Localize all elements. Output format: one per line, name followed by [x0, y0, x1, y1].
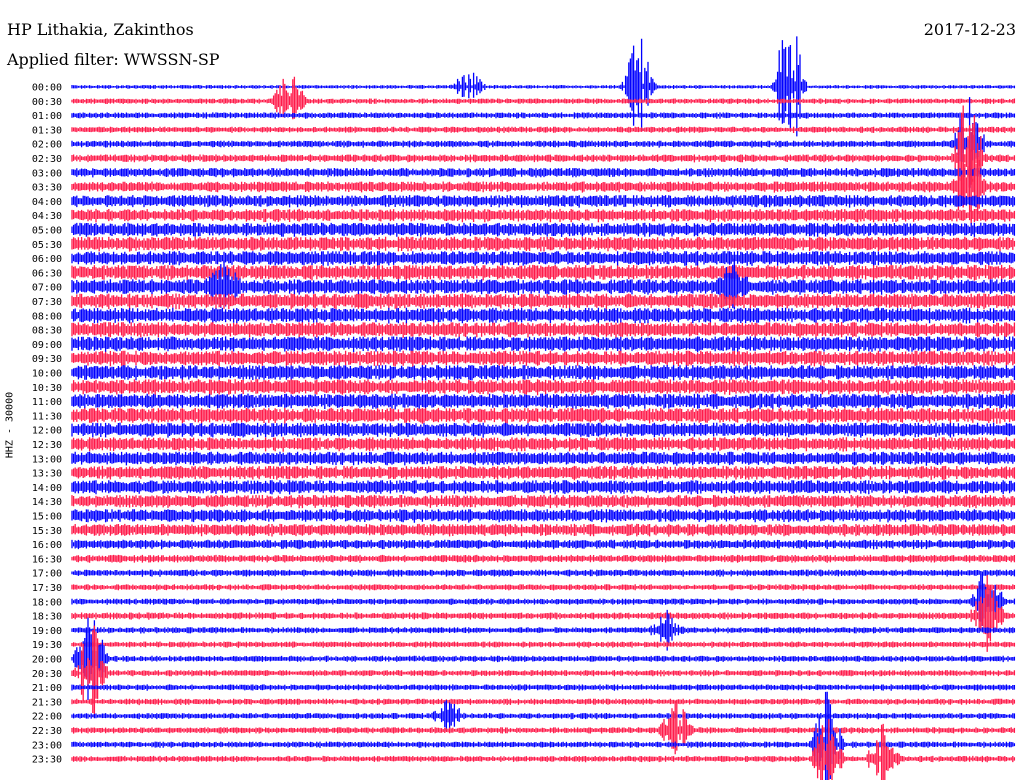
- row-time-label: 11:00: [32, 397, 62, 408]
- row-time-label: 20:30: [32, 669, 62, 680]
- row-time-label: 05:00: [32, 226, 62, 237]
- row-time-label: 13:00: [32, 454, 62, 465]
- row-time-label: 02:00: [32, 140, 62, 151]
- row-time-label: 09:30: [32, 354, 62, 365]
- trace-row-1330: [71, 465, 1016, 481]
- row-time-label: 03:00: [32, 168, 62, 179]
- trace-row-1600: [71, 539, 1016, 550]
- trace-row-1500: [71, 509, 1016, 523]
- trace-row-1930: [71, 641, 1016, 648]
- trace-row-1800: [71, 574, 1016, 626]
- row-time-label: 06:00: [32, 254, 62, 265]
- trace-row-1530: [71, 523, 1016, 537]
- row-time-label: 03:30: [32, 183, 62, 194]
- trace-row-2130: [71, 698, 1016, 706]
- row-time-label: 22:30: [32, 726, 62, 737]
- trace-row-2200: [71, 700, 1016, 731]
- row-time-label: 17:00: [32, 569, 62, 580]
- row-time-label: 23:00: [32, 740, 62, 751]
- row-time-label: 10:30: [32, 383, 62, 394]
- row-time-label: 21:00: [32, 683, 62, 694]
- trace-row-1230: [71, 437, 1016, 452]
- row-time-label: 02:30: [32, 154, 62, 165]
- row-time-label: 08:30: [32, 326, 62, 337]
- row-time-label: 17:30: [32, 583, 62, 594]
- station-title: HP Lithakia, Zakinthos: [7, 20, 194, 39]
- row-time-label: 14:00: [32, 483, 62, 494]
- row-time-label: 06:30: [32, 268, 62, 279]
- row-time-label: 13:30: [32, 469, 62, 480]
- date-label: 2017-12-23: [923, 20, 1016, 39]
- row-time-label: 15:30: [32, 526, 62, 537]
- row-time-label: 07:30: [32, 297, 62, 308]
- trace-row-0130: [71, 126, 1016, 133]
- seismogram-traces: [71, 36, 1016, 780]
- trace-row-1730: [71, 584, 1016, 591]
- row-time-label: 04:00: [32, 197, 62, 208]
- row-time-label: 23:30: [32, 755, 62, 766]
- row-time-label: 01:30: [32, 125, 62, 136]
- row-time-label: 16:30: [32, 554, 62, 565]
- trace-row-2100: [71, 684, 1016, 691]
- row-time-label: 11:30: [32, 411, 62, 422]
- trace-row-0400: [71, 195, 1016, 208]
- row-time-label: 20:00: [32, 655, 62, 666]
- trace-row-0430: [71, 208, 1016, 223]
- trace-row-2300: [71, 691, 1016, 780]
- row-time-label: 10:00: [32, 369, 62, 380]
- trace-row-1300: [71, 451, 1016, 466]
- row-time-label: 12:30: [32, 440, 62, 451]
- trace-row-1200: [71, 422, 1016, 438]
- filter-label: Applied filter: WWSSN-SP: [7, 50, 220, 69]
- row-time-label: 19:30: [32, 640, 62, 651]
- row-time-label: 22:00: [32, 712, 62, 723]
- trace-row-1000: [71, 365, 1016, 381]
- row-time-label: 21:30: [32, 697, 62, 708]
- trace-row-0500: [71, 222, 1016, 237]
- row-time-label: 18:00: [32, 597, 62, 608]
- trace-row-0100: [71, 112, 1016, 119]
- trace-row-1100: [71, 393, 1016, 410]
- trace-row-1630: [71, 554, 1016, 563]
- row-time-label: 04:30: [32, 211, 62, 222]
- row-time-label: 16:00: [32, 540, 62, 551]
- trace-row-0230: [71, 105, 1016, 207]
- trace-row-0930: [71, 350, 1016, 367]
- row-time-label: 12:00: [32, 426, 62, 437]
- row-time-label: 07:00: [32, 283, 62, 294]
- trace-row-0900: [71, 336, 1016, 353]
- trace-row-0800: [71, 307, 1016, 324]
- row-time-label: 01:00: [32, 111, 62, 122]
- helicorder-plot: 00:00 00:30 01:00 01:30 02:00 02:30 03:00 03:30…: [32, 36, 1016, 780]
- trace-row-1130: [71, 407, 1016, 424]
- channel-axis-label-text: HHZ - 30000: [4, 391, 16, 459]
- row-time-label: 05:30: [32, 240, 62, 251]
- row-time-label: 14:30: [32, 497, 62, 508]
- row-time-label: 08:00: [32, 311, 62, 322]
- row-time-label: 09:00: [32, 340, 62, 351]
- trace-row-1430: [71, 494, 1016, 509]
- trace-row-1400: [71, 480, 1016, 495]
- row-time-label: 15:00: [32, 512, 62, 523]
- row-time-label: 00:30: [32, 97, 62, 108]
- trace-row-1700: [71, 569, 1016, 577]
- time-axis-labels: 00:00 00:30 01:00 01:30 02:00 02:30 03:00 03:30…: [32, 83, 62, 766]
- trace-row-0600: [71, 251, 1016, 266]
- row-time-label: 19:00: [32, 626, 62, 637]
- trace-row-1030: [71, 379, 1016, 396]
- trace-row-0830: [71, 322, 1016, 338]
- trace-row-0530: [71, 236, 1016, 252]
- row-time-label: 00:00: [32, 83, 62, 94]
- row-time-label: 18:30: [32, 612, 62, 623]
- trace-row-0300: [71, 168, 1016, 178]
